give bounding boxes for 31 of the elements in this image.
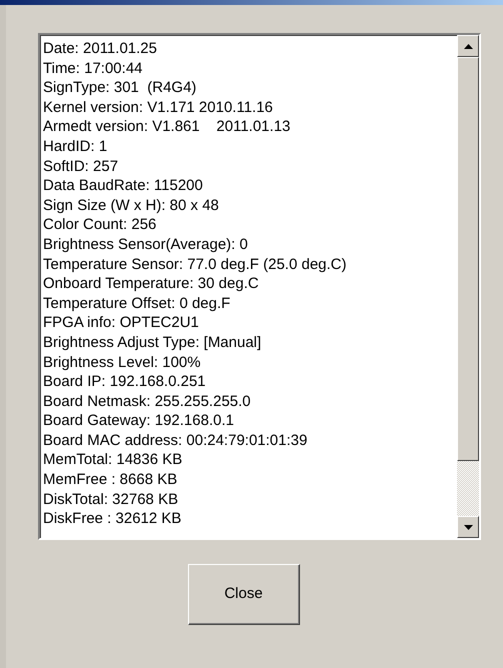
info-line: Board Gateway: 192.168.0.1 [43, 411, 234, 431]
info-line: Temperature Sensor: 77.0 deg.F (25.0 deg.C) [43, 254, 347, 274]
info-line: Board Netmask: 255.255.255.0 [43, 392, 251, 412]
close-button[interactable]: Close [188, 564, 300, 625]
info-line: Board IP: 192.168.0.251 [43, 372, 206, 392]
info-line: Temperature Offset: 0 deg.F [43, 294, 230, 314]
info-line: MemTotal: 14836 KB [43, 450, 182, 470]
info-line: Date: 2011.01.25 [43, 39, 157, 59]
up-arrow-icon [464, 44, 472, 48]
info-line: DiskFree : 32612 KB [43, 509, 182, 529]
info-line: Onboard Temperature: 30 deg.C [43, 274, 259, 294]
info-line: Board MAC address: 00:24:79:01:01:39 [43, 430, 308, 450]
info-line: Brightness Sensor(Average): 0 [43, 234, 248, 255]
info-line: Time: 17:00:44 [43, 58, 142, 78]
info-line: Brightness Level: 100% [43, 352, 201, 372]
info-line: Brightness Adjust Type: [Manual] [43, 332, 262, 352]
info-line: SignType: 301 (R4G4) [43, 78, 196, 98]
scroll-up-button[interactable] [457, 35, 479, 57]
info-line: SoftID: 257 [43, 156, 118, 176]
info-line: MemFree : 8668 KB [43, 470, 178, 490]
info-line: DiskTotal: 32768 KB [43, 490, 178, 510]
down-arrow-icon [464, 524, 472, 530]
info-line: Data BaudRate: 115200 [43, 176, 203, 196]
info-line: Color Count: 256 [43, 215, 156, 235]
info-line: HardID: 1 [43, 136, 108, 157]
info-line: FPGA info: OPTEC2U1 [43, 313, 199, 333]
info-line: Kernel version: V1.171 2010.11.16 [43, 98, 273, 118]
info-line: Sign Size (W x H): 80 x 48 [43, 196, 219, 216]
scroll-down-button[interactable] [457, 516, 479, 538]
scroll-thumb[interactable] [457, 57, 479, 461]
info-line: Armedt version: V1.861 2011.01.13 [43, 117, 290, 137]
